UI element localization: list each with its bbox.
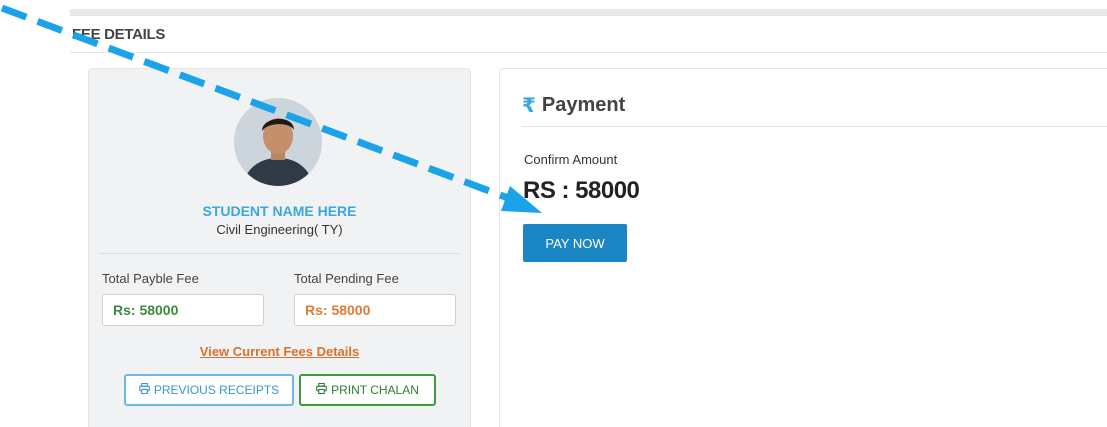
pay-now-button[interactable]: PAY NOW bbox=[523, 224, 627, 262]
payment-title: Payment bbox=[541, 94, 626, 116]
payment-divider bbox=[522, 126, 1107, 127]
page-title: FEE DETAILS bbox=[72, 26, 166, 43]
rupee-icon: ₹ bbox=[522, 95, 536, 117]
previous-receipts-label: PREVIOUS RECEIPTS bbox=[153, 383, 280, 397]
total-payable-field: Rs: 58000 bbox=[102, 294, 264, 326]
printer-icon bbox=[138, 382, 150, 397]
payment-header: ₹ Payment bbox=[522, 93, 625, 118]
confirm-amount-label: Confirm Amount bbox=[524, 152, 618, 167]
total-pending-label: Total Pending Fee bbox=[294, 271, 399, 286]
student-card: STUDENT NAME HERE Civil Engineering( TY)… bbox=[88, 68, 471, 427]
title-divider bbox=[70, 52, 1107, 53]
student-photo bbox=[234, 98, 322, 186]
total-pending-field: Rs: 58000 bbox=[294, 294, 456, 326]
view-fees-details-link[interactable]: View Current Fees Details bbox=[89, 344, 470, 359]
fee-details-page: FEE DETAILS STUDENT NAME HERE Civil Engi… bbox=[0, 0, 1107, 427]
student-department: Civil Engineering( TY) bbox=[216, 222, 343, 237]
payment-card: ₹ Payment Confirm Amount RS : 58000 PAY … bbox=[499, 68, 1107, 427]
card-divider bbox=[99, 253, 459, 254]
avatar bbox=[234, 98, 322, 186]
print-chalan-label: PRINT CHALAN bbox=[331, 383, 419, 397]
student-name: STUDENT NAME HERE bbox=[202, 203, 357, 219]
printer-icon bbox=[316, 382, 327, 397]
top-strip bbox=[70, 9, 1107, 16]
confirm-amount-value: RS : 58000 bbox=[523, 177, 640, 204]
print-chalan-button[interactable]: PRINT CHALAN bbox=[299, 374, 436, 406]
previous-receipts-button[interactable]: PREVIOUS RECEIPTS bbox=[124, 374, 294, 406]
total-payable-label: Total Payble Fee bbox=[102, 271, 199, 286]
